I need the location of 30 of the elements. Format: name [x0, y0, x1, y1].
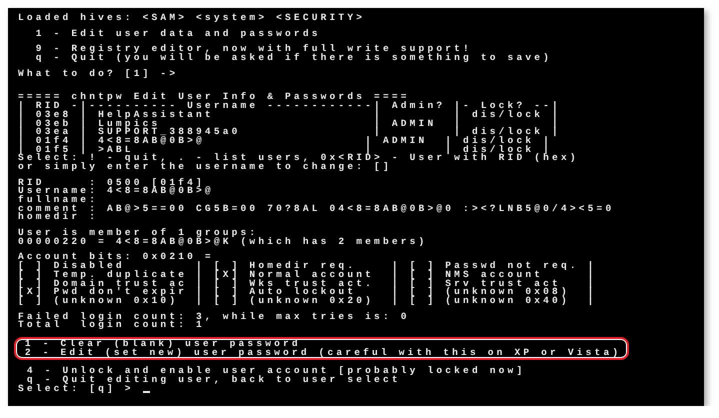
terminal-line: Failed login count: 3, while max tries is: 0: [18, 312, 410, 322]
terminal-line: Select: ! - quit, . - list users, 0x<RID> - User with RID (hex): [18, 154, 579, 163]
terminal-line: homedir :: [18, 213, 98, 222]
terminal-line: 4 - Unlock and enable user account [probably locked now]: [26, 367, 526, 376]
terminal-line: | 01f4 | 4<8=8AB@0B>@ | ADMIN | dis/lock |: [18, 136, 552, 146]
terminal-line: | 03e8 | HelpAssistant | | dis/lock |: [18, 110, 561, 120]
terminal-line: What to do? [1] ->: [18, 70, 178, 78]
terminal-line: 00000220 = 4<8=8AB@0B>@K (which has 2 members): [18, 238, 428, 246]
terminal-line: fullname:: [18, 196, 98, 205]
terminal-line: Username: 4<8=8AB@0B>@: [18, 187, 214, 196]
terminal-line: [ ] Disabled | [ ] Homedir req. | [ ] Passwd not req. |: [18, 262, 597, 271]
terminal-line: ===== chntpw Edit User Info & Passwords ====: [18, 93, 410, 102]
terminal-line: 9 - Registry editor, now with full write support!: [34, 45, 472, 54]
terminal-line: 2 - Edit (set new) user password (careful with this on XP or Vista): [24, 348, 622, 358]
terminal-line: [ ] Temp. duplicate | [X] Normal account | [ ] NMS account |: [18, 270, 597, 280]
terminal-line: or simply enter the username to change: []: [18, 162, 392, 172]
terminal-line: [ ] (unknown 0x10) | [ ] (unknown 0x20) | [ ] (unknown 0x40) |: [18, 296, 597, 306]
terminal-line: comment : AB@>5==00 CG5B=00 70?8AL 04<8=8AB@0B>@0 :><?LNB5@0/4><5=0: [18, 204, 614, 214]
terminal-line: 1 - Clear (blank) user password: [24, 340, 301, 349]
terminal-line: User is member of 1 groups:: [18, 229, 258, 238]
terminal-line: q - Quit (you will be asked if there is something to save): [34, 54, 552, 63]
terminal-line: Account bits: 0x0210 =: [18, 253, 214, 262]
terminal-line: RID : 0500 [01f4]: [18, 178, 205, 188]
terminal-line: Loaded hives: <SAM> <system> <SECURITY>: [18, 14, 366, 23]
terminal-line: | 01f5 | >ABL | | dis/lock |: [18, 146, 552, 154]
terminal-line: | RID -|---------- Username ------------| Admin? |- Lock? --|: [18, 102, 561, 111]
terminal-line: 1 - Edit user data and passwords: [34, 30, 321, 38]
terminal-line: Select: [q] >: [18, 384, 134, 394]
terminal-line: Total login count: 1: [18, 321, 205, 330]
terminal-line: q - Quit editing user, back to user select: [26, 376, 401, 385]
